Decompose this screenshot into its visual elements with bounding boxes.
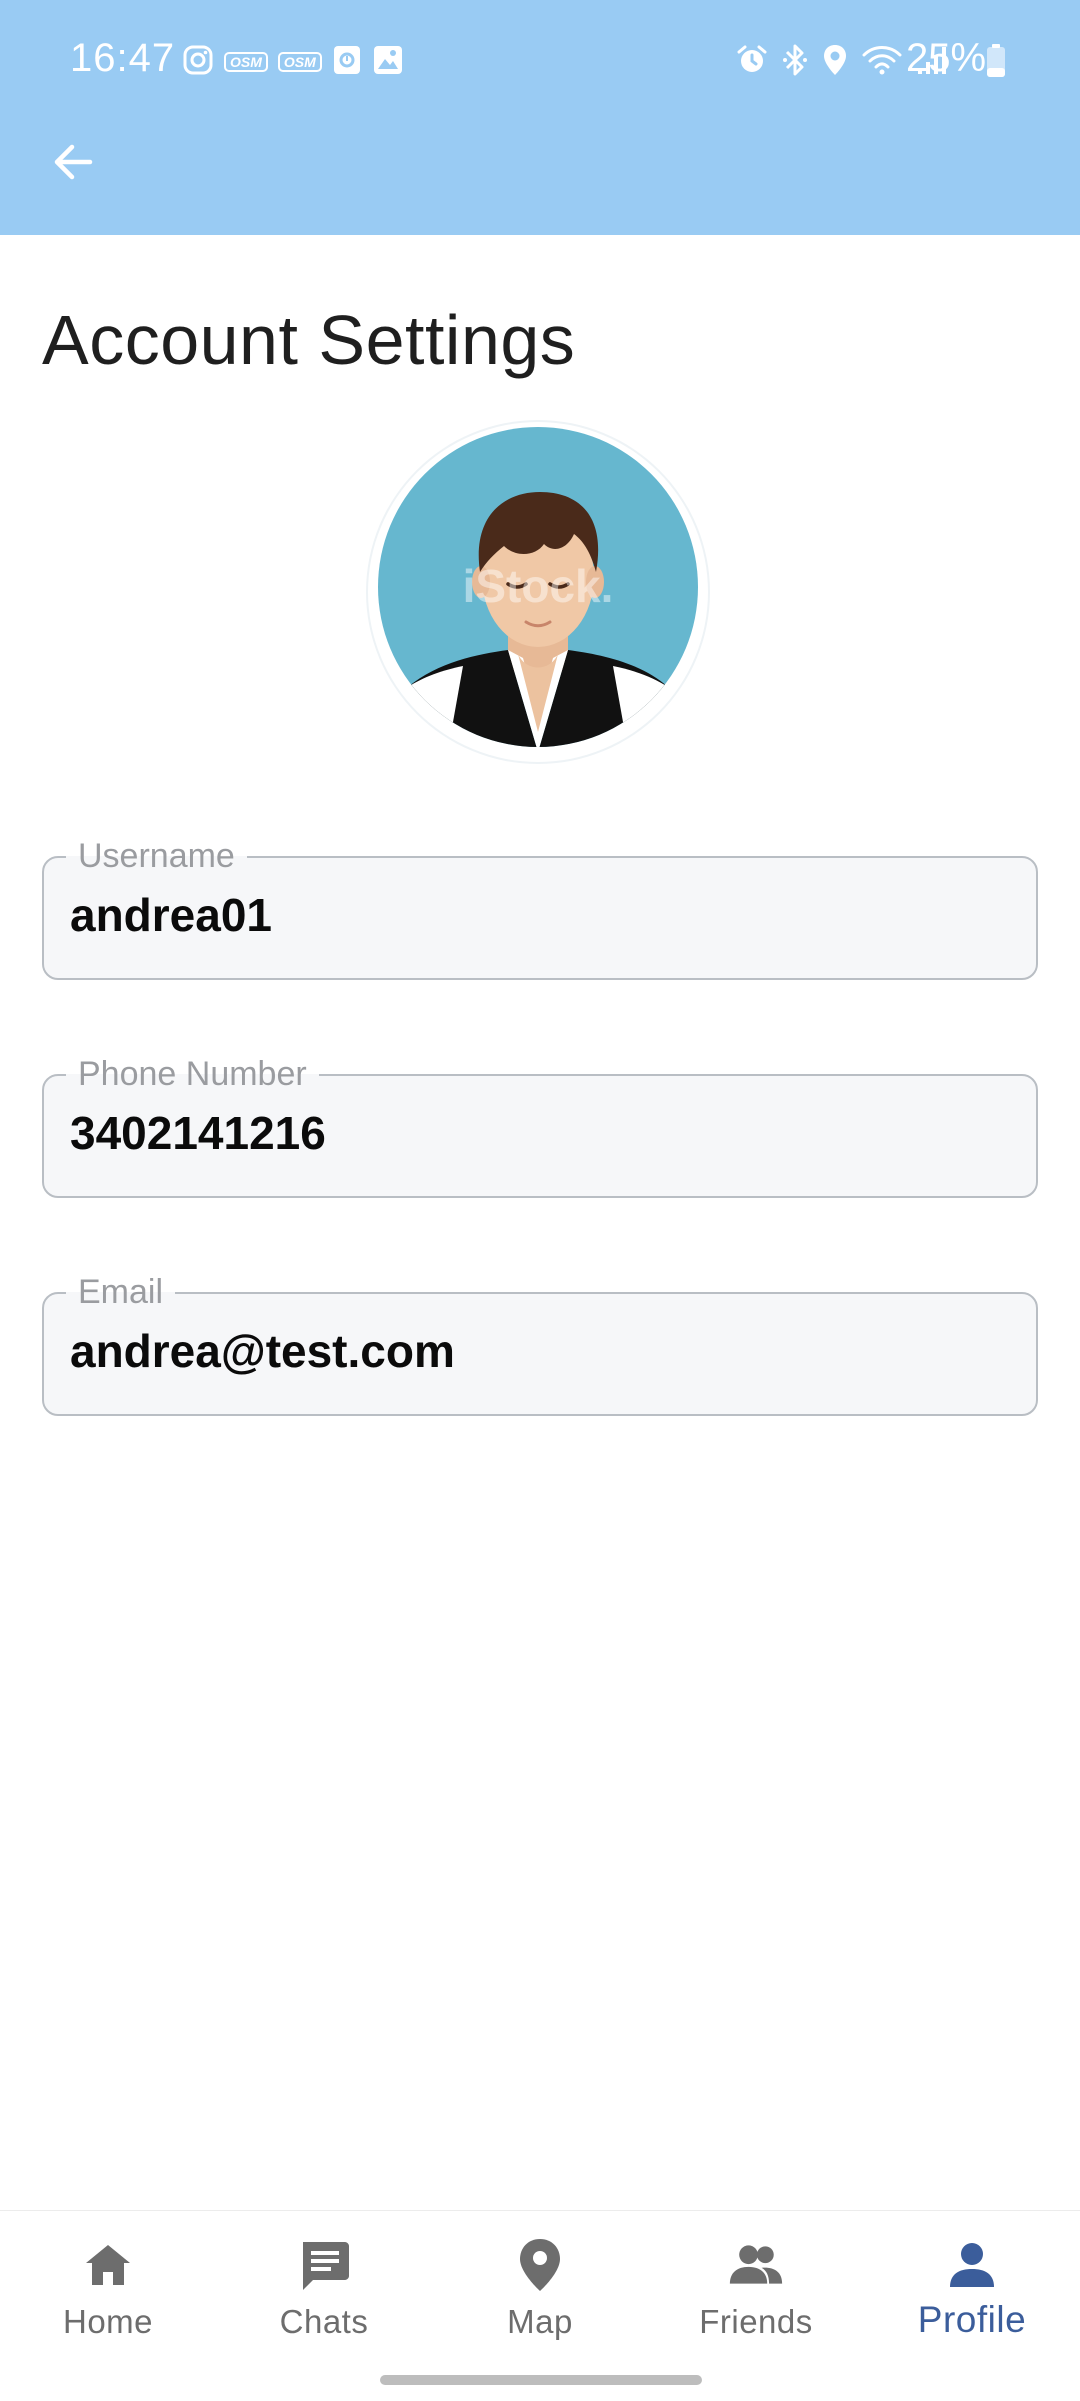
nav-label-map: Map — [507, 2303, 573, 2340]
nav-label-friends: Friends — [699, 2303, 813, 2340]
status-time: 16:47 — [70, 36, 176, 80]
username-label: Username — [66, 834, 247, 878]
avatar-watermark: iStock. — [463, 560, 614, 612]
nav-label-profile: Profile — [917, 2299, 1027, 2340]
chat-icon — [296, 2237, 352, 2293]
arrow-back-icon — [50, 138, 98, 191]
email-value: andrea@test.com — [70, 1325, 455, 1377]
page-title: Account Settings — [42, 301, 576, 379]
app-bar: 16:47 OSM OSM 25% — [0, 0, 1080, 235]
bluetooth-icon — [782, 43, 808, 82]
battery-icon — [986, 44, 1006, 78]
nav-item-chats[interactable]: Chats — [216, 2211, 432, 2371]
map-pin-icon — [512, 2237, 568, 2293]
nav-item-home[interactable]: Home — [0, 2211, 216, 2371]
email-field[interactable]: Email andrea@test.com — [42, 1270, 1038, 1416]
gesture-home-indicator[interactable] — [380, 2375, 702, 2385]
back-button[interactable] — [40, 130, 108, 198]
alarm-icon — [736, 44, 768, 81]
phone-number-field[interactable]: Phone Number 3402141216 — [42, 1052, 1038, 1198]
location-icon — [822, 43, 848, 82]
username-field[interactable]: Username andrea01 — [42, 834, 1038, 980]
osm-icon: OSM — [277, 52, 322, 72]
nav-item-friends[interactable]: Friends — [648, 2211, 864, 2371]
avatar-illustration: iStock. — [378, 427, 698, 747]
people-icon — [728, 2237, 784, 2293]
status-left-icons: OSM OSM — [182, 44, 404, 80]
instagram-icon — [182, 44, 214, 81]
nav-item-map[interactable]: Map — [432, 2211, 648, 2371]
osm-icon: OSM — [224, 52, 268, 72]
phone-number-label: Phone Number — [66, 1052, 319, 1096]
bottom-navigation: Home Chats Map Friends Profile — [0, 2210, 1080, 2401]
battery-percent: 25% — [906, 36, 987, 80]
nav-label-home: Home — [62, 2303, 154, 2340]
home-icon — [80, 2237, 136, 2293]
phone-number-value: 3402141216 — [70, 1107, 326, 1159]
status-bar: 16:47 OSM OSM 25% — [0, 0, 1080, 122]
person-icon — [944, 2237, 1000, 2293]
notification-app-icon — [332, 44, 362, 81]
avatar[interactable]: iStock. — [368, 422, 708, 762]
nav-label-chats: Chats — [279, 2303, 369, 2340]
username-value: andrea01 — [70, 889, 273, 941]
image-icon — [372, 44, 404, 81]
wifi-icon — [862, 44, 902, 81]
email-label: Email — [66, 1270, 176, 1314]
nav-item-profile[interactable]: Profile — [864, 2211, 1080, 2371]
